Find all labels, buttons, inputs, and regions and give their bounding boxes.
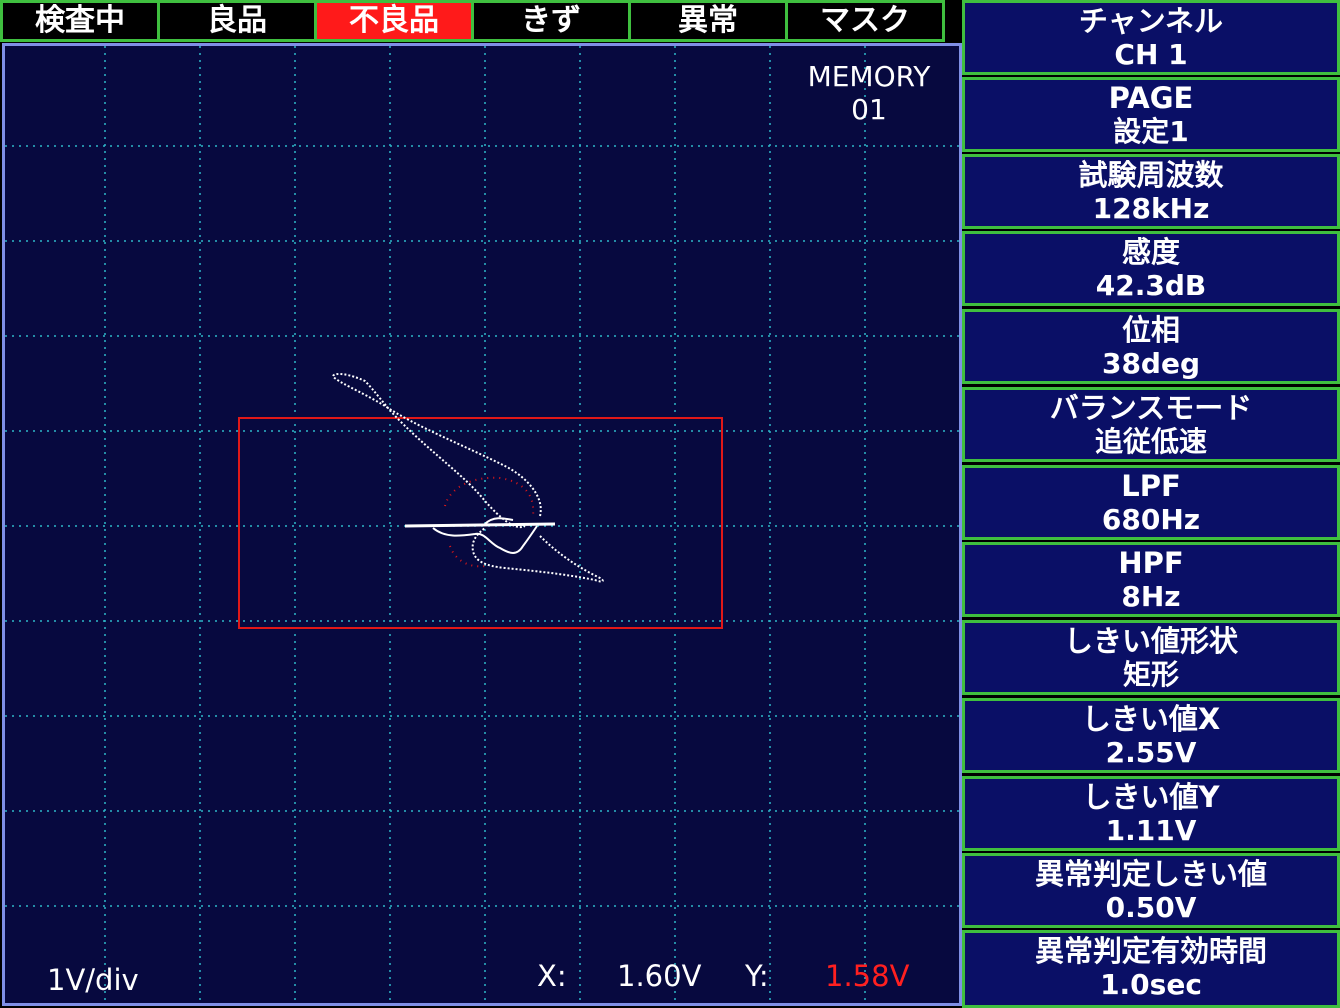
- signal-baseline: [404, 522, 556, 528]
- scope-plot: [5, 46, 959, 1003]
- param-threshold-y-label: しきい値Y: [1082, 780, 1220, 814]
- param-abnormal-valid-time[interactable]: 異常判定有効時間 1.0sec: [962, 930, 1340, 1008]
- param-phase-value: 38deg: [1101, 347, 1201, 380]
- param-lpf[interactable]: LPF 680Hz: [962, 465, 1340, 540]
- param-threshold-shape-label: しきい値形状: [1063, 624, 1238, 658]
- param-threshold-y[interactable]: しきい値Y 1.11V: [962, 776, 1340, 851]
- param-balance-mode-label: バランスモード: [1049, 391, 1253, 425]
- signal-trace: [331, 372, 604, 583]
- param-lpf-label: LPF: [1121, 469, 1181, 503]
- param-test-frequency-label: 試験周波数: [1078, 158, 1224, 192]
- param-page-value: 設定1: [1113, 115, 1189, 148]
- param-sensitivity[interactable]: 感度 42.3dB: [962, 231, 1340, 306]
- param-channel-value: CH 1: [1114, 38, 1188, 71]
- parameter-panel: チャンネル CH 1 PAGE 設定1 試験周波数 128kHz 感度 42.3…: [962, 0, 1340, 1008]
- scale-label: 1V/div: [47, 963, 139, 997]
- status-tab-inspecting[interactable]: 検査中: [0, 0, 160, 42]
- threshold-box: [238, 417, 723, 629]
- param-abnormal-threshold-value: 0.50V: [1105, 891, 1197, 924]
- param-hpf[interactable]: HPF 8Hz: [962, 542, 1340, 617]
- y-readout-label: Y:: [745, 959, 769, 993]
- param-sensitivity-label: 感度: [1121, 235, 1180, 269]
- x-readout-label: X:: [537, 959, 567, 993]
- signal-center-dots: [444, 476, 535, 568]
- param-test-frequency[interactable]: 試験周波数 128kHz: [962, 154, 1340, 229]
- param-hpf-value: 8Hz: [1121, 580, 1181, 613]
- param-page[interactable]: PAGE 設定1: [962, 77, 1340, 152]
- param-channel[interactable]: チャンネル CH 1: [962, 0, 1340, 75]
- param-channel-label: チャンネル: [1078, 4, 1224, 38]
- param-sensitivity-value: 42.3dB: [1095, 269, 1207, 302]
- x-readout-value: 1.60V: [617, 959, 702, 993]
- param-abnormal-valid-time-value: 1.0sec: [1100, 968, 1202, 1001]
- status-tab-defective[interactable]: 不良品: [314, 0, 474, 42]
- status-bar: 検査中 良品 不良品 きず 異常 マスク: [0, 0, 960, 42]
- param-phase-label: 位相: [1121, 313, 1180, 347]
- param-hpf-label: HPF: [1118, 546, 1184, 580]
- param-threshold-x[interactable]: しきい値X 2.55V: [962, 698, 1340, 773]
- param-balance-mode-value: 追従低速: [1094, 425, 1207, 458]
- param-threshold-shape[interactable]: しきい値形状 矩形: [962, 620, 1340, 695]
- param-abnormal-threshold[interactable]: 異常判定しきい値 0.50V: [962, 853, 1340, 928]
- param-threshold-shape-value: 矩形: [1122, 658, 1179, 691]
- signal-loop-upper: [331, 372, 542, 529]
- signal-loop-lower: [471, 527, 604, 583]
- param-threshold-y-value: 1.11V: [1105, 814, 1197, 847]
- status-tab-flaw[interactable]: きず: [471, 0, 631, 42]
- lissajous-display[interactable]: MEMORY 01 1V/div X: 1.60V Y: 1.58V: [2, 43, 962, 1006]
- param-abnormal-valid-time-label: 異常判定有効時間: [1034, 934, 1267, 968]
- param-page-label: PAGE: [1108, 81, 1194, 115]
- status-tab-good[interactable]: 良品: [157, 0, 317, 42]
- param-test-frequency-value: 128kHz: [1092, 192, 1210, 225]
- param-threshold-x-value: 2.55V: [1105, 736, 1197, 769]
- param-lpf-value: 680Hz: [1101, 503, 1201, 536]
- param-abnormal-threshold-label: 異常判定しきい値: [1034, 857, 1267, 891]
- y-readout-value: 1.58V: [825, 959, 910, 993]
- param-balance-mode[interactable]: バランスモード 追従低速: [962, 387, 1340, 462]
- memory-label: MEMORY 01: [807, 60, 931, 126]
- status-tab-mask[interactable]: マスク: [785, 0, 945, 42]
- param-phase[interactable]: 位相 38deg: [962, 309, 1340, 384]
- param-threshold-x-label: しきい値X: [1081, 702, 1221, 736]
- status-tab-abnormal[interactable]: 異常: [628, 0, 788, 42]
